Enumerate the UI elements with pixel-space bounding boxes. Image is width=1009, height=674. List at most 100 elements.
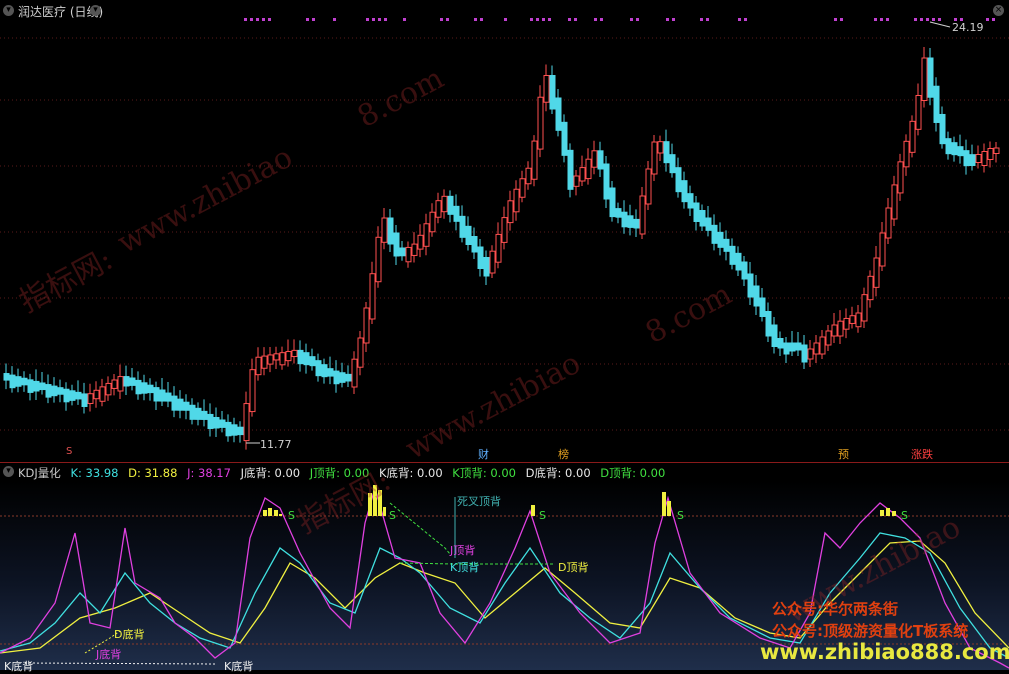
candle-body <box>267 354 274 365</box>
candle-body <box>501 217 508 243</box>
candle-body <box>921 57 928 101</box>
promo-site: www.zhibiao888.com <box>760 640 1009 664</box>
dead-cross-connector <box>389 502 451 555</box>
candle-body <box>231 424 238 436</box>
candle-body <box>465 225 472 245</box>
s-event-tag[interactable]: S <box>66 446 72 457</box>
signal-dot <box>250 18 253 21</box>
signal-bar <box>892 511 896 516</box>
signal-dot <box>672 18 675 21</box>
candle-body <box>567 149 574 190</box>
candle-body <box>627 215 634 228</box>
signal-bar <box>667 501 671 516</box>
candle-body <box>705 217 712 231</box>
candle-body <box>453 205 460 222</box>
candle-body <box>735 252 742 271</box>
j-top-annotation: J顶背 <box>450 544 476 557</box>
candle-body <box>939 113 946 145</box>
candle-body <box>75 391 82 400</box>
candle-body <box>819 336 826 355</box>
candle-body <box>771 324 778 347</box>
candle-body <box>831 324 838 337</box>
candle-body <box>801 344 808 363</box>
candle-body <box>447 195 454 215</box>
signal-dot <box>548 18 551 21</box>
yu-event-tag[interactable]: 预 <box>838 446 849 462</box>
candle-body <box>981 151 988 166</box>
candle-body <box>303 352 310 366</box>
candle-body <box>633 218 640 229</box>
signal-dot <box>480 18 483 21</box>
bang-event-tag[interactable]: 榜 <box>558 446 569 462</box>
d-bottom-value: D底背: 0.00 <box>525 466 591 480</box>
chevron-down-icon[interactable]: ▾ <box>90 5 101 16</box>
candle-body <box>489 250 496 274</box>
candle-body <box>93 389 100 400</box>
candle-body <box>699 210 706 227</box>
signal-dot <box>530 18 533 21</box>
indicator-menu-icon[interactable]: ▾ <box>3 466 14 477</box>
s-signal-label: S <box>389 509 396 522</box>
candle-body <box>33 380 40 392</box>
candle-body <box>243 403 250 442</box>
signal-dot <box>446 18 449 21</box>
candle-body <box>441 195 448 213</box>
candle-body <box>429 211 436 233</box>
candle-body <box>375 236 382 283</box>
cai-event-tag[interactable]: 财 <box>478 446 489 462</box>
signal-bar <box>886 508 890 516</box>
close-icon[interactable]: × <box>993 5 1004 16</box>
candle-body <box>915 95 922 130</box>
signal-dot <box>542 18 545 21</box>
candle-body <box>987 148 994 160</box>
candle-body <box>513 188 520 213</box>
candle-body <box>651 141 658 175</box>
candle-body <box>591 150 598 168</box>
signal-dot <box>384 18 387 21</box>
candle-body <box>207 413 214 429</box>
zhangdie-event-tag[interactable]: 涨跌 <box>911 446 933 462</box>
candle-body <box>603 163 610 200</box>
candle-body <box>609 187 616 218</box>
candle-body <box>357 337 364 368</box>
k-value: K: 33.98 <box>70 466 119 480</box>
candle-body <box>711 224 718 244</box>
signal-dot <box>932 18 935 21</box>
candle-body <box>663 141 670 164</box>
signal-bar <box>880 510 884 516</box>
candle-body <box>555 97 562 131</box>
signal-dot <box>568 18 571 21</box>
candle-body <box>585 158 592 180</box>
signal-dot <box>666 18 669 21</box>
s-signal-label: S <box>901 509 908 522</box>
candle-body <box>45 384 52 398</box>
k-bottom-left-annotation: K底背 <box>4 660 34 673</box>
candle-body <box>123 376 130 387</box>
signal-dot <box>738 18 741 21</box>
signal-dot <box>594 18 597 21</box>
candle-body <box>537 96 544 150</box>
panel-menu-icon[interactable]: ▾ <box>3 5 14 16</box>
candle-body <box>261 355 268 369</box>
candle-body <box>843 317 850 330</box>
candle-body <box>333 370 340 385</box>
promo-line-2: 公众号:顶级游资量化T板系统 <box>772 622 969 640</box>
candle-body <box>147 384 154 394</box>
candle-body <box>435 200 442 218</box>
indicator-name[interactable]: KDJ量化 <box>18 466 61 480</box>
signal-dot <box>440 18 443 21</box>
candle-body <box>849 315 856 324</box>
signal-dot <box>880 18 883 21</box>
candle-body <box>255 356 262 376</box>
candle-body <box>393 232 400 257</box>
candle-body <box>195 407 202 420</box>
candle-body <box>615 208 622 218</box>
signal-bar <box>268 508 272 516</box>
candle-body <box>549 75 556 110</box>
signal-dot <box>992 18 995 21</box>
signal-bar <box>531 505 535 516</box>
candle-body <box>897 161 904 194</box>
candle-body <box>189 404 196 420</box>
signal-dot <box>874 18 877 21</box>
candle-body <box>297 349 304 365</box>
